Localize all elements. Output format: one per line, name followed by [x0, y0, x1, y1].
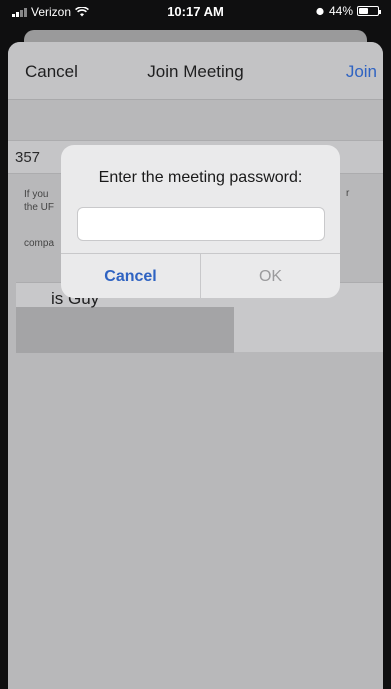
dialog-buttons: Cancel OK: [61, 253, 340, 298]
screen-name-field[interactable]: [16, 307, 234, 353]
nav-bar: Cancel Join Meeting Join: [8, 42, 383, 100]
join-button[interactable]: Join: [346, 62, 377, 82]
screen: Verizon 10:17 AM 44% Cancel Join Meeting…: [0, 0, 391, 689]
dialog-cancel-button[interactable]: Cancel: [61, 254, 201, 298]
dialog-title: Enter the meeting password:: [98, 169, 303, 186]
status-right: 44%: [315, 4, 381, 18]
alarm-icon: [316, 7, 324, 16]
dialog-ok-button[interactable]: OK: [201, 254, 340, 298]
join-meeting-sheet: Cancel Join Meeting Join 357 If you the …: [8, 42, 383, 689]
status-bar: Verizon 10:17 AM 44%: [0, 0, 391, 24]
meeting-id-value: 357: [15, 149, 41, 166]
password-input[interactable]: [77, 207, 325, 241]
battery-icon: [357, 6, 381, 16]
hint-company: compa: [24, 238, 55, 249]
battery-percent: 44%: [328, 4, 353, 18]
password-dialog: Enter the meeting password: Cancel OK: [61, 145, 340, 298]
page-title: Join Meeting: [147, 62, 244, 81]
battery-fill: [359, 8, 368, 14]
hint-trailing: r: [346, 188, 350, 199]
